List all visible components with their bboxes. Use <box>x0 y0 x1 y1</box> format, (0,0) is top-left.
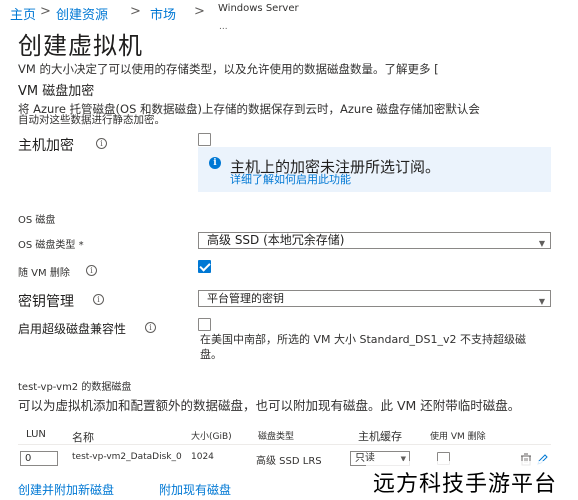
watermark-text: 远方科技手游平台 <box>373 472 558 497</box>
breadcrumb-marketplace[interactable]: 市场 <box>150 4 176 23</box>
breadcrumb-home[interactable]: 主页 <box>10 4 36 23</box>
info-icon[interactable]: i <box>86 265 97 276</box>
breadcrumb-separator: > <box>130 4 141 19</box>
lun-value: 0 <box>25 453 32 464</box>
table-divider <box>18 444 551 445</box>
ultra-compat-label: 启用超级磁盘兼容性 <box>18 322 127 336</box>
encryption-description-line2: 自动对这些数据进行静态加密。 <box>18 114 165 126</box>
os-disk-type-select[interactable]: 高级 SSD (本地冗余存储) ▼ <box>198 232 551 249</box>
section-title-disk-encryption: VM 磁盘加密 <box>18 84 95 99</box>
section-title-data-disks: test-vp-vm2 的数据磁盘 <box>18 382 132 393</box>
breadcrumb-windows-server[interactable]: Windows Server <box>218 3 299 14</box>
key-management-value: 平台管理的密钥 <box>207 292 284 305</box>
info-icon[interactable]: i <box>93 294 104 305</box>
column-header-name: 名称 <box>72 431 94 444</box>
host-encryption-learn-more-link[interactable]: 详细了解如何启用此功能 <box>230 171 351 187</box>
host-encryption-label: 主机加密 <box>18 138 74 154</box>
info-filled-icon: i <box>209 157 221 169</box>
data-disk-type: 高级 SSD LRS <box>256 456 322 467</box>
data-disk-name[interactable]: test-vp-vm2_DataDisk_0 <box>72 452 182 462</box>
breadcrumb-more-dots[interactable]: ... <box>219 22 228 32</box>
key-management-select[interactable]: 平台管理的密钥 ▼ <box>198 290 551 307</box>
data-disks-description: 可以为虚拟机添加和配置额外的数据磁盘，也可以附加现有磁盘。此 VM 还附带临时磁… <box>18 398 521 413</box>
column-header-size: 大小(GiB) <box>191 432 232 442</box>
attach-existing-disk-link[interactable]: 附加现有磁盘 <box>159 481 231 498</box>
page-title: 创建虚拟机 <box>18 32 143 60</box>
data-disk-size: 1024 <box>191 452 214 462</box>
breadcrumb-separator: > <box>40 4 51 19</box>
column-header-lun: LUN <box>26 429 46 440</box>
chevron-down-icon: ▼ <box>538 297 545 306</box>
ultra-compat-checkbox[interactable] <box>198 318 211 331</box>
section-title-os-disk: OS 磁盘 <box>18 215 56 226</box>
intro-text: VM 的大小决定了可以使用的存储类型，以及允许使用的数据磁盘数量。了解更多 [ <box>18 62 439 76</box>
create-attach-new-disk-link[interactable]: 创建并附加新磁盘 <box>18 481 114 498</box>
lun-input[interactable]: 0 <box>20 451 58 466</box>
column-header-disk-type: 磁盘类型 <box>258 432 295 442</box>
delete-with-vm-checkbox[interactable] <box>198 260 211 273</box>
column-header-delete-with-vm: 使用 VM 删除 <box>430 432 486 442</box>
column-header-host-cache: 主机缓存 <box>358 430 402 443</box>
host-encryption-checkbox[interactable] <box>198 133 211 146</box>
key-management-label: 密钥管理 <box>18 294 74 310</box>
breadcrumb-create-resource[interactable]: 创建资源 <box>56 4 108 23</box>
os-disk-type-label: OS 磁盘类型 * <box>18 240 84 251</box>
chevron-down-icon: ▼ <box>538 239 545 248</box>
delete-with-vm-label: 随 VM 删除 <box>18 268 70 279</box>
info-icon[interactable]: i <box>145 322 156 333</box>
info-icon[interactable]: i <box>96 138 107 149</box>
ultra-compat-note: 在美国中南部，所选的 VM 大小 Standard_DS1_v2 不支持超级磁盘… <box>200 333 527 361</box>
breadcrumb-separator: > <box>194 4 205 19</box>
os-disk-type-value: 高级 SSD (本地冗余存储) <box>207 233 345 247</box>
